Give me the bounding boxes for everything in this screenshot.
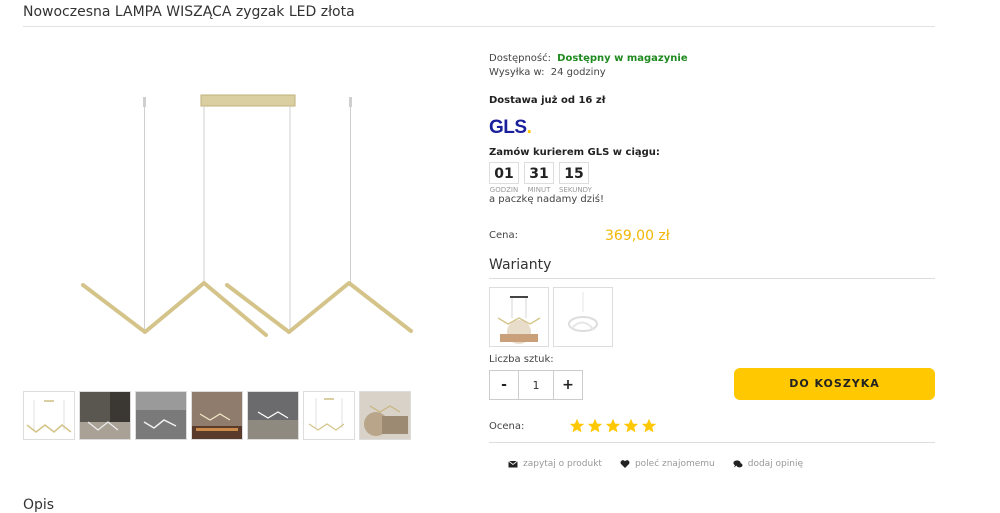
recommend-label: poleć znajomemu bbox=[634, 459, 715, 469]
variants-heading: Warianty bbox=[489, 257, 552, 273]
variant-2[interactable] bbox=[553, 287, 613, 347]
countdown-seconds: 15 SEKUNDY bbox=[559, 162, 592, 194]
variants-divider bbox=[489, 278, 935, 279]
star-icon[interactable] bbox=[623, 418, 639, 434]
availability-row: Dostępność: Dostępny w magazynie bbox=[489, 53, 688, 64]
variant-1[interactable] bbox=[489, 287, 549, 347]
ask-about-product-label: zapytaj o produkt bbox=[523, 459, 602, 469]
quantity-input[interactable] bbox=[519, 370, 553, 400]
countdown-minutes-unit: MINUT bbox=[527, 186, 551, 194]
price-value: 369,00 zł bbox=[605, 228, 670, 244]
thumbnail-4[interactable] bbox=[191, 391, 243, 440]
shipping-label: Wysyłka w: bbox=[489, 67, 545, 78]
heart-icon bbox=[620, 460, 630, 468]
description-heading: Opis bbox=[23, 497, 55, 513]
envelope-icon bbox=[508, 460, 518, 468]
thumbnail-3[interactable] bbox=[135, 391, 187, 440]
recommend-link[interactable]: poleć znajomemu bbox=[620, 459, 715, 469]
quantity-label: Liczba sztuk: bbox=[489, 354, 554, 365]
quantity-increase-button[interactable]: + bbox=[553, 370, 583, 400]
delivery-info: Dostawa już od 16 zł bbox=[489, 95, 606, 106]
add-review-label: dodaj opinię bbox=[747, 459, 804, 469]
add-to-cart-button[interactable]: DO KOSZYKA bbox=[734, 368, 935, 400]
thumbnail-5[interactable] bbox=[247, 391, 299, 440]
rating-divider bbox=[489, 442, 935, 443]
countdown-hours-unit: GODZIN bbox=[489, 186, 519, 194]
availability-value: Dostępny w magazynie bbox=[557, 53, 688, 64]
quantity-decrease-button[interactable]: - bbox=[489, 370, 519, 400]
countdown-seconds-value: 15 bbox=[559, 162, 589, 184]
star-icon[interactable] bbox=[641, 418, 657, 434]
gls-logo-dot: . bbox=[526, 117, 532, 138]
product-title: Nowoczesna LAMPA WISZĄCA zygzak LED złot… bbox=[23, 4, 355, 20]
star-icon[interactable] bbox=[605, 418, 621, 434]
countdown-timer: 01 GODZIN 31 MINUT 15 SEKUNDY bbox=[489, 162, 592, 194]
add-review-link[interactable]: dodaj opinię bbox=[733, 459, 803, 469]
star-icon[interactable] bbox=[569, 418, 585, 434]
gls-logo-text: GLS bbox=[489, 117, 527, 138]
variants-list bbox=[489, 287, 613, 347]
product-actions: zapytaj o produkt poleć znajomemu dodaj … bbox=[508, 459, 803, 469]
shipping-row: Wysyłka w: 24 godziny bbox=[489, 67, 606, 78]
price-label: Cena: bbox=[489, 230, 518, 241]
title-divider bbox=[23, 26, 935, 27]
comments-icon bbox=[733, 460, 743, 468]
rating-stars[interactable] bbox=[569, 418, 657, 434]
availability-label: Dostępność: bbox=[489, 53, 551, 64]
main-product-image[interactable] bbox=[70, 90, 425, 350]
star-icon[interactable] bbox=[587, 418, 603, 434]
ask-about-product-link[interactable]: zapytaj o produkt bbox=[508, 459, 602, 469]
countdown-minutes-value: 31 bbox=[524, 162, 554, 184]
thumbnail-strip bbox=[23, 391, 411, 440]
shipping-value: 24 godziny bbox=[550, 67, 606, 78]
thumbnail-2[interactable] bbox=[79, 391, 131, 440]
thumbnail-1[interactable] bbox=[23, 391, 75, 440]
countdown-seconds-unit: SEKUNDY bbox=[559, 186, 592, 194]
courier-order-label: Zamów kurierem GLS w ciągu: bbox=[489, 147, 660, 158]
countdown-hours-value: 01 bbox=[489, 162, 519, 184]
quantity-stepper: - + bbox=[489, 370, 583, 400]
countdown-minutes: 31 MINUT bbox=[524, 162, 554, 194]
countdown-hours: 01 GODZIN bbox=[489, 162, 519, 194]
courier-tagline: a paczkę nadamy dziś! bbox=[489, 194, 605, 205]
thumbnail-7[interactable] bbox=[359, 391, 411, 440]
thumbnail-6[interactable] bbox=[303, 391, 355, 440]
gls-logo: GLS. bbox=[489, 117, 532, 139]
rating-label: Ocena: bbox=[489, 421, 525, 432]
